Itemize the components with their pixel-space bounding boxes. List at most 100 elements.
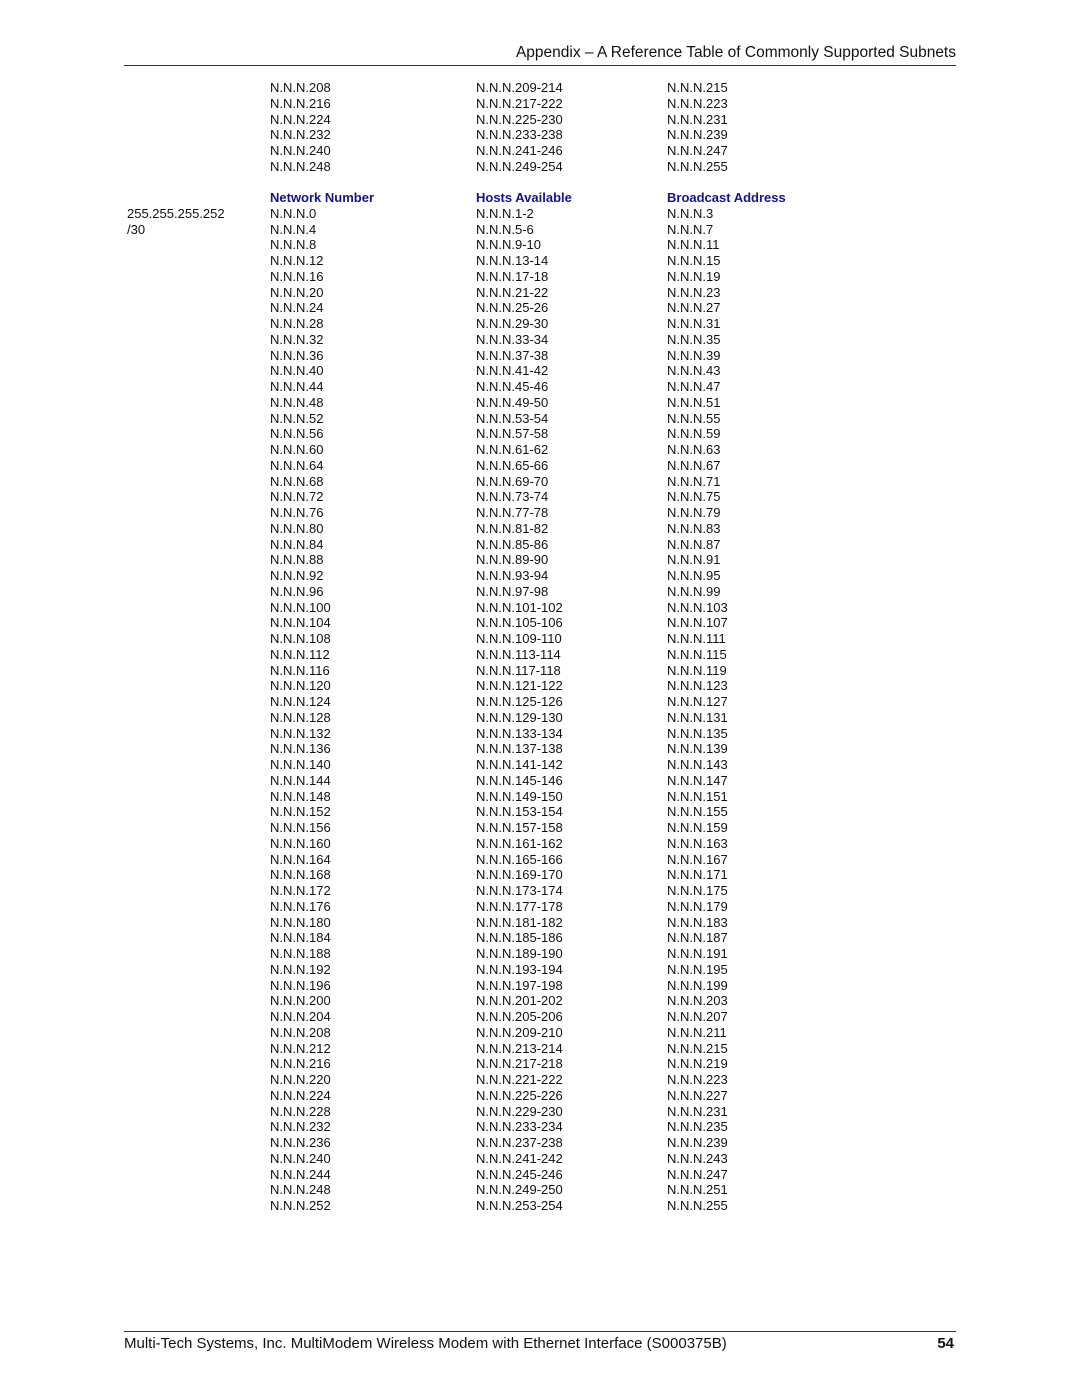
hosts-available-cell: N.N.N.241-242 — [476, 1150, 563, 1166]
table-row: N.N.N.244 N.N.N.245-246 N.N.N.247 — [127, 1167, 827, 1183]
broadcast-address-cell: N.N.N.171 — [667, 867, 728, 883]
network-number-cell: N.N.N.236 — [270, 1135, 331, 1150]
table-row: N.N.N.64 N.N.N.65-66 N.N.N.67 — [127, 458, 827, 474]
table-row: N.N.N.196 N.N.N.197-198 N.N.N.199 — [127, 978, 827, 994]
hosts-available-cell: N.N.N.153-154 — [476, 804, 563, 820]
broadcast-address-cell: N.N.N.239 — [667, 1135, 728, 1150]
table-row: N.N.N.100 N.N.N.101-102 N.N.N.103 — [127, 600, 827, 616]
table-row: N.N.N.24 N.N.N.25-26 N.N.N.27 — [127, 300, 827, 316]
table-row: N.N.N.36 N.N.N.37-38 N.N.N.39 — [127, 348, 827, 364]
hosts-available-cell: N.N.N.121-122 — [476, 678, 563, 694]
table-row: N.N.N.248 N.N.N.249-250 N.N.N.251 — [127, 1182, 827, 1198]
broadcast-address-cell: N.N.N.3 — [667, 205, 714, 221]
network-number-cell: N.N.N.140 — [270, 757, 331, 772]
table-row: N.N.N.200 N.N.N.201-202 N.N.N.203 — [127, 993, 827, 1009]
network-number-cell: N.N.N.108 — [270, 631, 331, 646]
hosts-available-cell: N.N.N.229-230 — [476, 1103, 563, 1119]
column-header-hosts: Hosts Available — [476, 190, 572, 205]
broadcast-address-cell: N.N.N.175 — [667, 883, 728, 898]
broadcast-address-cell: N.N.N.191 — [667, 946, 728, 961]
network-number-cell: N.N.N.124 — [270, 694, 331, 709]
network-number-cell: N.N.N.40 — [270, 363, 324, 379]
table-row: N.N.N.168 N.N.N.169-170 N.N.N.171 — [127, 867, 827, 883]
broadcast-address-cell: N.N.N.203 — [667, 993, 728, 1009]
hosts-available-cell: N.N.N.1-2 — [476, 205, 534, 221]
table-row: N.N.N.224 N.N.N.225-226 N.N.N.227 — [127, 1088, 827, 1104]
broadcast-address-cell: N.N.N.67 — [667, 457, 721, 473]
broadcast-address-cell: N.N.N.103 — [667, 599, 728, 615]
network-number-cell: N.N.N.136 — [270, 741, 331, 757]
broadcast-address-cell: N.N.N.223 — [667, 95, 728, 111]
network-number-cell: N.N.N.220 — [270, 1072, 331, 1087]
network-number-cell: N.N.N.132 — [270, 725, 331, 741]
hosts-available-cell: N.N.N.21-22 — [476, 284, 549, 300]
network-number-cell: N.N.N.72 — [270, 489, 324, 505]
table-row: N.N.N.32 N.N.N.33-34 N.N.N.35 — [127, 332, 827, 348]
table-row: N.N.N.136 N.N.N.137-138 N.N.N.139 — [127, 741, 827, 757]
network-number-cell: N.N.N.0 — [270, 205, 317, 221]
broadcast-address-cell: N.N.N.255 — [667, 1198, 728, 1213]
hosts-available-cell: N.N.N.233-234 — [476, 1119, 563, 1135]
hosts-available-cell: N.N.N.65-66 — [476, 457, 549, 473]
broadcast-address-cell: N.N.N.135 — [667, 725, 728, 741]
hosts-available-cell: N.N.N.173-174 — [476, 883, 563, 898]
page-header-title: Appendix – A Reference Table of Commonly… — [515, 44, 956, 61]
network-number-cell: N.N.N.188 — [270, 946, 331, 961]
broadcast-address-cell: N.N.N.163 — [667, 835, 728, 851]
hosts-available-cell: N.N.N.181-182 — [476, 914, 563, 930]
table-row: N.N.N.152 N.N.N.153-154 N.N.N.155 — [127, 804, 827, 820]
network-number-cell: N.N.N.208 — [270, 80, 331, 95]
hosts-available-cell: N.N.N.253-254 — [476, 1198, 563, 1213]
network-number-cell: N.N.N.224 — [270, 111, 331, 127]
table-row: N.N.N.172 N.N.N.173-174 N.N.N.175 — [127, 883, 827, 899]
table-row: N.N.N.220 N.N.N.221-222 N.N.N.223 — [127, 1072, 827, 1088]
network-number-cell: N.N.N.8 — [270, 237, 317, 253]
table-row: N.N.N.188 N.N.N.189-190 N.N.N.191 — [127, 946, 827, 962]
broadcast-address-cell: N.N.N.119 — [667, 662, 727, 678]
hosts-available-cell: N.N.N.141-142 — [476, 757, 563, 772]
network-number-cell: N.N.N.232 — [270, 127, 331, 143]
hosts-available-cell: N.N.N.225-226 — [476, 1087, 563, 1103]
table-row: N.N.N.236 N.N.N.237-238 N.N.N.239 — [127, 1135, 827, 1151]
broadcast-address-cell: N.N.N.111 — [667, 631, 726, 646]
network-number-cell: N.N.N.80 — [270, 520, 324, 536]
table-row: N.N.N.176 N.N.N.177-178 N.N.N.179 — [127, 899, 827, 915]
table-row: N.N.N.148 N.N.N.149-150 N.N.N.151 — [127, 789, 827, 805]
table-row: N.N.N.112 N.N.N.113-114 N.N.N.115 — [127, 647, 827, 663]
broadcast-address-cell: N.N.N.231 — [667, 1103, 728, 1119]
broadcast-address-cell: N.N.N.167 — [667, 851, 728, 867]
table-row: N.N.N.164 N.N.N.165-166 N.N.N.167 — [127, 852, 827, 868]
broadcast-address-cell: N.N.N.27 — [667, 300, 721, 316]
footer-rule — [124, 1331, 956, 1332]
network-number-cell: N.N.N.248 — [270, 158, 331, 174]
network-number-cell: N.N.N.60 — [270, 442, 324, 457]
table-row: N.N.N.140 N.N.N.141-142 N.N.N.143 — [127, 757, 827, 773]
network-number-cell: N.N.N.20 — [270, 284, 324, 300]
broadcast-address-cell: N.N.N.39 — [667, 347, 721, 363]
broadcast-address-cell: N.N.N.147 — [667, 772, 728, 788]
hosts-available-cell: N.N.N.209-210 — [476, 1024, 563, 1040]
table-row: N.N.N.124 N.N.N.125-126 N.N.N.127 — [127, 694, 827, 710]
broadcast-address-cell: N.N.N.47 — [667, 379, 721, 394]
network-number-cell: N.N.N.128 — [270, 709, 331, 725]
broadcast-address-cell: N.N.N.131 — [667, 709, 728, 725]
hosts-available-cell: N.N.N.45-46 — [476, 379, 549, 394]
hosts-available-cell: N.N.N.225-230 — [476, 111, 563, 127]
hosts-available-cell: N.N.N.133-134 — [476, 725, 563, 741]
network-number-cell: N.N.N.56 — [270, 426, 324, 442]
hosts-available-cell: N.N.N.25-26 — [476, 300, 549, 316]
network-number-cell: N.N.N.160 — [270, 835, 331, 851]
table-row: N.N.N.160 N.N.N.161-162 N.N.N.163 — [127, 836, 827, 852]
continued-subnet-table: N.N.N.208 N.N.N.209-214 N.N.N.215 N.N.N.216… — [127, 80, 827, 175]
hosts-available-cell: N.N.N.157-158 — [476, 820, 563, 835]
hosts-available-cell: N.N.N.69-70 — [476, 473, 549, 489]
column-header-network: Network Number — [270, 190, 375, 205]
hosts-available-cell: N.N.N.169-170 — [476, 867, 563, 883]
footer-text: Multi-Tech Systems, Inc. MultiModem Wire… — [124, 1335, 727, 1352]
table-row: N.N.N.8 N.N.N.9-10 N.N.N.11 — [127, 237, 827, 253]
hosts-available-cell: N.N.N.29-30 — [476, 316, 549, 331]
network-number-cell: N.N.N.68 — [270, 473, 324, 489]
broadcast-address-cell: N.N.N.91 — [667, 552, 721, 568]
hosts-available-cell: N.N.N.129-130 — [476, 709, 563, 725]
broadcast-address-cell: N.N.N.99 — [667, 583, 721, 599]
